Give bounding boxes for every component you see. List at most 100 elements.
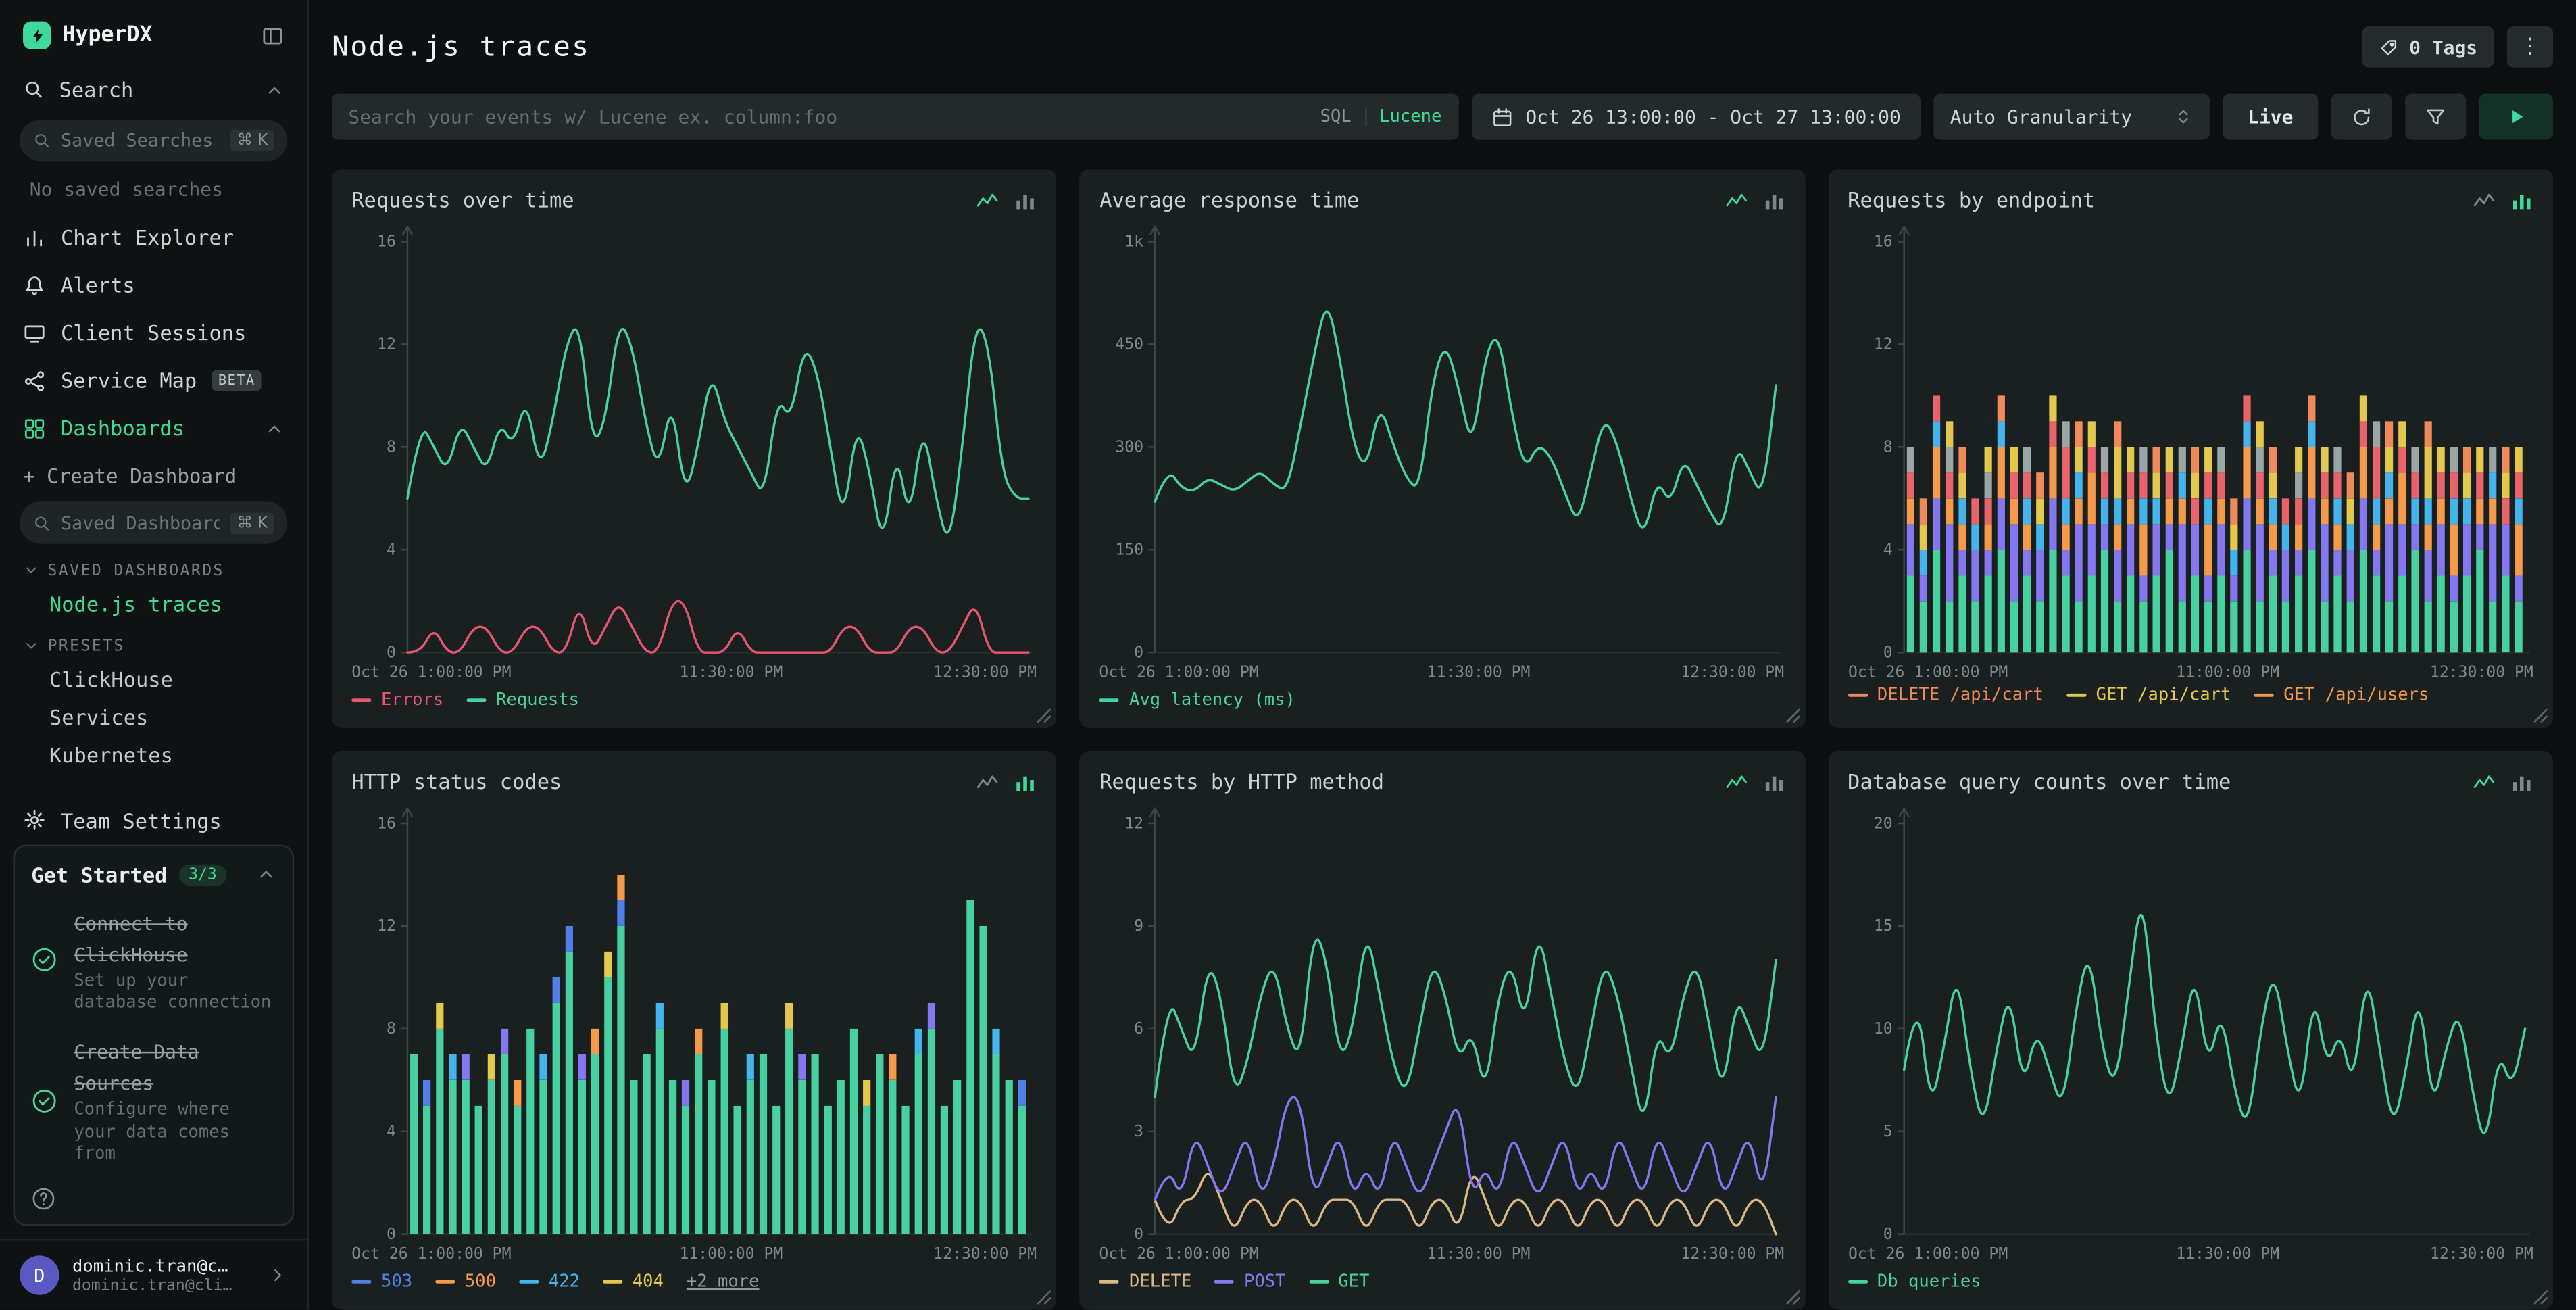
- chevron-up-icon[interactable]: [256, 865, 276, 884]
- sidebar-item-kubernetes[interactable]: Kubernetes: [0, 736, 307, 774]
- refresh-button[interactable]: [2331, 94, 2392, 140]
- sidebar-item-nodejs-traces[interactable]: Node.js traces: [0, 585, 307, 623]
- chart-canvas[interactable]: 0481216Oct 26 1:00:00 PM11:00:00 PM12:30…: [1848, 218, 2533, 685]
- line-chart-icon[interactable]: [1725, 188, 1748, 211]
- line-chart-icon[interactable]: [976, 188, 999, 211]
- live-button[interactable]: Live: [2223, 94, 2318, 140]
- svg-text:6: 6: [1135, 1020, 1144, 1038]
- bar-chart-icon[interactable]: [2510, 770, 2533, 793]
- legend-item[interactable]: 503: [351, 1272, 412, 1292]
- chevron-up-icon[interactable]: [264, 80, 284, 99]
- legend-item[interactable]: Requests: [466, 690, 579, 710]
- panel-resize-handle[interactable]: [1785, 1290, 1800, 1305]
- legend-item[interactable]: GET: [1309, 1272, 1370, 1292]
- user-account-row[interactable]: D dominic.tran@c… dominic.tran@cli…: [0, 1239, 307, 1310]
- collapse-sidebar-icon[interactable]: [262, 24, 284, 47]
- saved-searches-field[interactable]: [61, 130, 220, 152]
- sidebar-item-search[interactable]: Search: [0, 66, 307, 114]
- legend-item[interactable]: Db queries: [1848, 1272, 1981, 1292]
- tags-button-label: 0 Tags: [2409, 35, 2477, 58]
- chart-canvas[interactable]: 036912Oct 26 1:00:00 PM11:30:00 PM12:30:…: [1099, 800, 1785, 1267]
- legend-item[interactable]: Errors: [351, 690, 443, 710]
- sidebar-item-clickhouse[interactable]: ClickHouse: [0, 660, 307, 698]
- chart-canvas[interactable]: 01503004501kOct 26 1:00:00 PM11:30:00 PM…: [1099, 218, 1785, 685]
- date-range-picker[interactable]: Oct 26 13:00:00 - Oct 27 13:00:00: [1471, 94, 1921, 140]
- presets-section-toggle[interactable]: PRESETS: [0, 623, 307, 660]
- svg-text:8: 8: [387, 439, 396, 456]
- legend-item[interactable]: 500: [435, 1272, 496, 1292]
- keyboard-shortcut-badge: ⌘ K: [230, 512, 274, 533]
- legend-item[interactable]: GET /api/cart: [2066, 685, 2231, 705]
- svg-text:11:30:00 PM: 11:30:00 PM: [679, 664, 783, 681]
- create-dashboard-button[interactable]: + Create Dashboard: [0, 453, 307, 495]
- panel-resize-handle[interactable]: [2533, 1290, 2548, 1305]
- legend-item[interactable]: GET /api/users: [2254, 685, 2429, 705]
- get-started-item[interactable]: Create Data Sources Configure where your…: [31, 1034, 276, 1167]
- saved-searches-input[interactable]: ⌘ K: [20, 120, 287, 162]
- sidebar-item-client-sessions[interactable]: Client Sessions: [0, 310, 307, 358]
- svg-text:Oct 26 1:00:00 PM: Oct 26 1:00:00 PM: [351, 664, 511, 681]
- granularity-select[interactable]: Auto Granularity: [1933, 94, 2209, 140]
- filter-button[interactable]: [2405, 94, 2466, 140]
- bar-chart-icon[interactable]: [1762, 770, 1785, 793]
- run-query-button[interactable]: [2479, 94, 2553, 140]
- legend-item[interactable]: DELETE /api/cart: [1848, 685, 2044, 705]
- event-search-input[interactable]: [348, 105, 1307, 128]
- panel-title: Requests by endpoint: [1848, 187, 2095, 212]
- bar-chart-icon[interactable]: [2510, 188, 2533, 211]
- svg-text:Oct 26 1:00:00 PM: Oct 26 1:00:00 PM: [1099, 664, 1259, 681]
- chart-canvas[interactable]: 0481216Oct 26 1:00:00 PM11:00:00 PM12:30…: [351, 800, 1037, 1267]
- sql-toggle[interactable]: SQL: [1320, 107, 1352, 126]
- legend-item[interactable]: POST: [1214, 1272, 1285, 1292]
- lucene-toggle[interactable]: Lucene: [1379, 107, 1441, 126]
- tags-button[interactable]: 0 Tags: [2363, 26, 2494, 68]
- line-chart-icon[interactable]: [2473, 188, 2496, 211]
- saved-dashboards-field[interactable]: [61, 512, 220, 533]
- search-icon: [23, 79, 45, 101]
- sidebar-item-chart-explorer[interactable]: Chart Explorer: [0, 214, 307, 262]
- svg-text:12:30:00 PM: 12:30:00 PM: [933, 664, 1037, 681]
- chart-canvas[interactable]: 05101520Oct 26 1:00:00 PM11:30:00 PM12:3…: [1848, 800, 2533, 1267]
- event-search-box[interactable]: SQL Lucene: [332, 94, 1458, 140]
- panel-resize-handle[interactable]: [1785, 708, 1800, 723]
- help-icon[interactable]: [31, 1186, 276, 1211]
- get-started-item[interactable]: Connect to ClickHouse Set up your databa…: [31, 905, 276, 1016]
- chart-legend: Db queries: [1848, 1267, 2533, 1296]
- legend-item[interactable]: 404: [603, 1272, 664, 1292]
- date-range-value: Oct 26 13:00:00 - Oct 27 13:00:00: [1525, 105, 1900, 128]
- panel-resize-handle[interactable]: [2533, 708, 2548, 723]
- saved-dashboards-input[interactable]: ⌘ K: [20, 502, 287, 543]
- legend-more-link[interactable]: +2 more: [687, 1272, 760, 1292]
- legend-swatch: [1214, 1280, 1234, 1284]
- bell-icon: [23, 274, 46, 297]
- sidebar-item-alerts[interactable]: Alerts: [0, 262, 307, 310]
- line-chart-icon[interactable]: [976, 770, 999, 793]
- saved-dashboards-section-toggle[interactable]: SAVED DASHBOARDS: [0, 547, 307, 585]
- bar-chart-icon[interactable]: [1014, 188, 1037, 211]
- legend-swatch: [519, 1280, 539, 1284]
- legend-item[interactable]: Avg latency (ms): [1099, 690, 1295, 710]
- sidebar-item-label: Service Map: [61, 369, 197, 393]
- svg-text:11:00:00 PM: 11:00:00 PM: [2175, 664, 2279, 681]
- svg-text:12:30:00 PM: 12:30:00 PM: [933, 1245, 1037, 1263]
- line-chart-icon[interactable]: [2473, 770, 2496, 793]
- chevron-up-icon[interactable]: [264, 419, 284, 439]
- get-started-item-subtitle: Configure where your data comes from: [74, 1100, 276, 1167]
- sidebar-item-service-map[interactable]: Service Map BETA: [0, 358, 307, 406]
- sidebar-item-dashboards[interactable]: Dashboards: [0, 405, 307, 453]
- bar-chart-icon[interactable]: [1762, 188, 1785, 211]
- panel-resize-handle[interactable]: [1037, 1290, 1052, 1305]
- chart-canvas[interactable]: 0481216Oct 26 1:00:00 PM11:30:00 PM12:30…: [351, 218, 1037, 685]
- line-chart-icon[interactable]: [1725, 770, 1748, 793]
- app-root: HyperDX Search ⌘ K No saved searches Cha…: [0, 0, 2576, 1310]
- more-menu-button[interactable]: ⋮: [2507, 26, 2553, 68]
- legend-item[interactable]: 422: [519, 1272, 580, 1292]
- sidebar-item-services[interactable]: Services: [0, 698, 307, 736]
- panel-resize-handle[interactable]: [1037, 708, 1052, 723]
- chevron-down-icon: [23, 638, 39, 654]
- svg-text:12:30:00 PM: 12:30:00 PM: [1681, 664, 1785, 681]
- legend-item[interactable]: DELETE: [1099, 1272, 1191, 1292]
- bar-chart-icon[interactable]: [1014, 770, 1037, 793]
- sidebar-item-label: Dashboards: [61, 416, 184, 441]
- sidebar-item-team-settings[interactable]: Team Settings: [0, 797, 307, 845]
